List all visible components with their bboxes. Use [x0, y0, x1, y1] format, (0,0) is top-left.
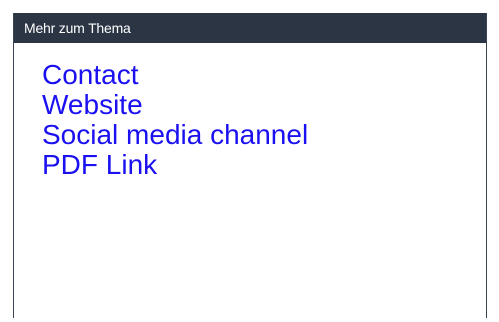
panel-body: Contact Website Social media channel PDF…: [14, 43, 486, 180]
social-media-channel-link[interactable]: Social media channel: [42, 120, 486, 150]
website-link[interactable]: Website: [42, 90, 486, 120]
clipped-text-below-panel: [24, 313, 486, 322]
panel-header-title: Mehr zum Thema: [24, 20, 131, 36]
pdf-link[interactable]: PDF Link: [42, 150, 486, 180]
related-topics-panel: Mehr zum Thema Contact Website Social me…: [13, 13, 487, 318]
page: Mehr zum Thema Contact Website Social me…: [0, 0, 499, 322]
contact-link[interactable]: Contact: [42, 60, 486, 90]
panel-header: Mehr zum Thema: [14, 13, 486, 43]
